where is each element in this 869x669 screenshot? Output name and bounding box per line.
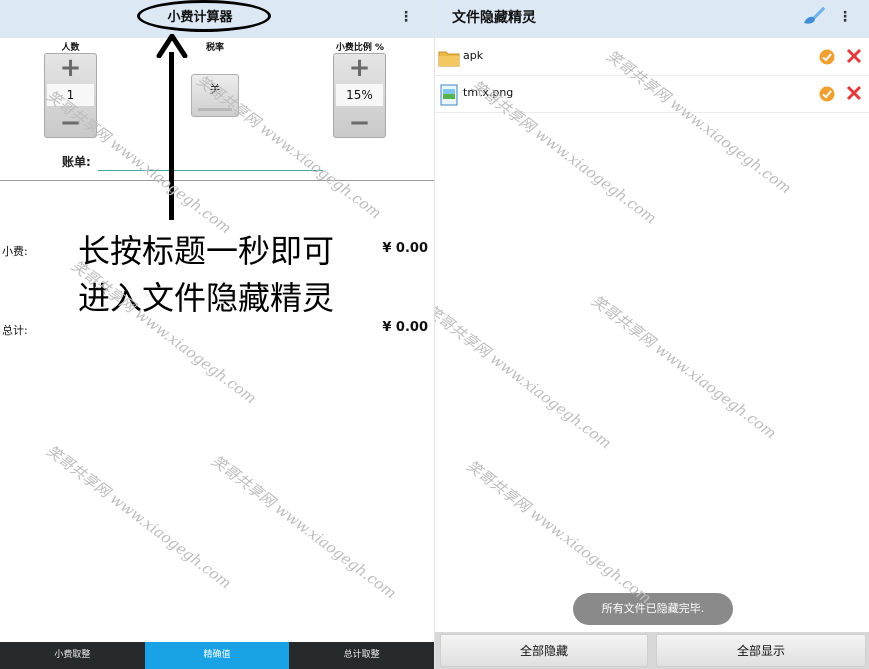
title-bar: 文件隐藏精灵 ⋮	[435, 0, 869, 38]
watermark: 笑哥共享网 www.xiaogegh.com	[42, 441, 235, 593]
list-item[interactable]: tmtx.png	[435, 76, 869, 113]
watermark: 笑哥共享网 www.xiaogegh.com	[207, 451, 400, 603]
annotation-text: 长按标题一秒即可 进入文件隐藏精灵	[78, 228, 334, 322]
people-stepper: + 1 −	[44, 53, 97, 138]
annotation-line-1: 长按标题一秒即可	[78, 232, 335, 270]
annotation-arrow-head	[156, 34, 188, 58]
divider	[0, 180, 434, 181]
tip-percent-minus-button[interactable]: −	[334, 109, 385, 137]
title-bar: 小费计算器 ⋮	[0, 0, 434, 38]
folder-icon	[438, 51, 460, 67]
tip-label: 小费:	[2, 245, 28, 258]
tax-label: 税率	[205, 43, 224, 53]
tab-exact[interactable]: 精确值	[144, 642, 290, 669]
file-name: apk	[463, 49, 484, 62]
tax-toggle-label: 关	[209, 83, 221, 96]
delete-icon[interactable]	[846, 48, 862, 64]
tip-percent-value[interactable]: 15%	[336, 84, 383, 106]
people-minus-button[interactable]: −	[45, 109, 96, 137]
overflow-menu-icon[interactable]: ⋮	[398, 6, 414, 28]
tip-percent-stepper: + 15% −	[333, 53, 386, 138]
people-value[interactable]: 1	[47, 84, 94, 106]
file-hider-screen: 文件隐藏精灵 ⋮ apk tmtx.png 所有文件已隐藏完毕. 全部隐藏 全部…	[434, 0, 869, 669]
brush-icon[interactable]	[801, 4, 827, 26]
people-label: 人数	[61, 43, 80, 53]
watermark: 笑哥共享网 www.xiaogegh.com	[434, 301, 615, 453]
image-file-icon	[440, 84, 458, 106]
rounding-tabs: 小费取整 精确值 总计取整	[0, 642, 434, 669]
confirm-icon[interactable]	[819, 86, 835, 102]
bottom-button-bar: 全部隐藏 全部显示	[435, 632, 869, 669]
list-item[interactable]: apk	[435, 39, 869, 76]
annotation-line-2: 进入文件隐藏精灵	[78, 279, 335, 317]
tab-round-total[interactable]: 总计取整	[289, 642, 434, 669]
annotation-arrow-shaft	[169, 52, 174, 220]
bill-label: 账单:	[62, 155, 91, 169]
tax-toggle-button[interactable]: 关	[191, 74, 239, 117]
tip-calculator-screen: 小费计算器 ⋮ 人数 + 1 − 税率 关 小费比例 % + 15% − 账单:…	[0, 0, 434, 669]
confirm-icon[interactable]	[819, 49, 835, 65]
watermark: 笑哥共享网 www.xiaogegh.com	[587, 291, 780, 443]
people-plus-button[interactable]: +	[45, 54, 96, 82]
toggle-indicator	[198, 108, 232, 111]
bill-input[interactable]	[98, 170, 323, 171]
delete-icon[interactable]	[846, 85, 862, 101]
total-value: ¥ 0.00	[382, 320, 428, 335]
tip-percent-plus-button[interactable]: +	[334, 54, 385, 82]
watermark: 笑哥共享网 www.xiaogegh.com	[462, 456, 655, 608]
file-name: tmtx.png	[463, 86, 514, 99]
tip-value: ¥ 0.00	[382, 241, 428, 256]
show-all-button[interactable]: 全部显示	[656, 634, 866, 667]
total-label: 总计:	[2, 324, 28, 337]
app-title: 文件隐藏精灵	[452, 10, 536, 26]
title-highlight-ellipse	[137, 0, 271, 32]
toast-message: 所有文件已隐藏完毕.	[573, 593, 733, 625]
tab-round-tip[interactable]: 小费取整	[0, 642, 145, 669]
overflow-menu-icon[interactable]: ⋮	[837, 6, 853, 28]
hide-all-button[interactable]: 全部隐藏	[440, 634, 648, 667]
tip-percent-label: 小费比例 %	[335, 43, 385, 53]
